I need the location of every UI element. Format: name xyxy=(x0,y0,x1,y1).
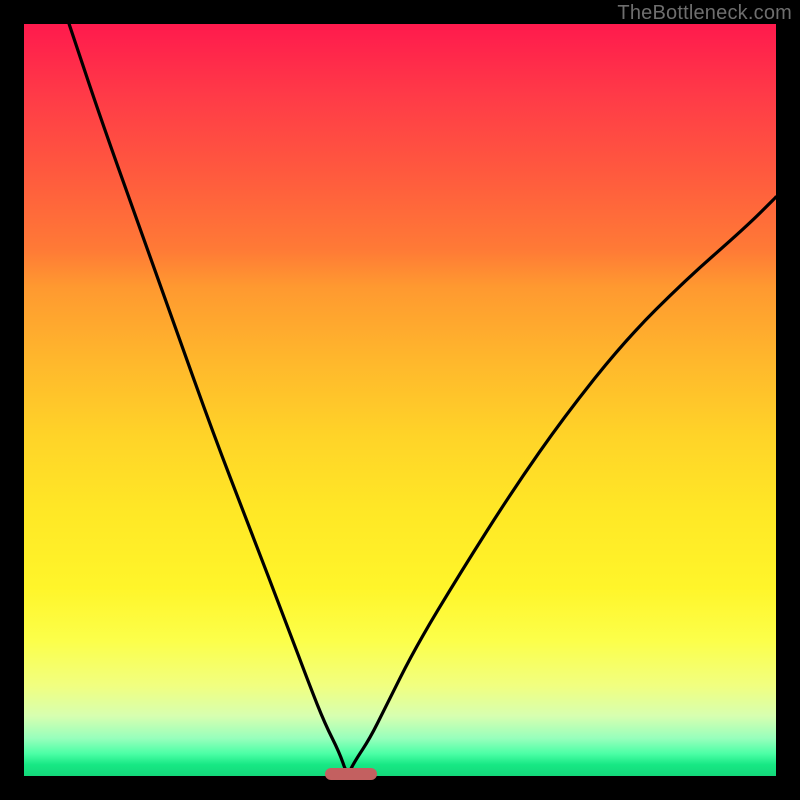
watermark-text: TheBottleneck.com xyxy=(617,2,792,25)
chart-container: TheBottleneck.com xyxy=(0,0,800,800)
optimal-range-marker xyxy=(325,768,378,780)
bottleneck-curve xyxy=(24,24,776,776)
plot-area xyxy=(24,24,776,776)
